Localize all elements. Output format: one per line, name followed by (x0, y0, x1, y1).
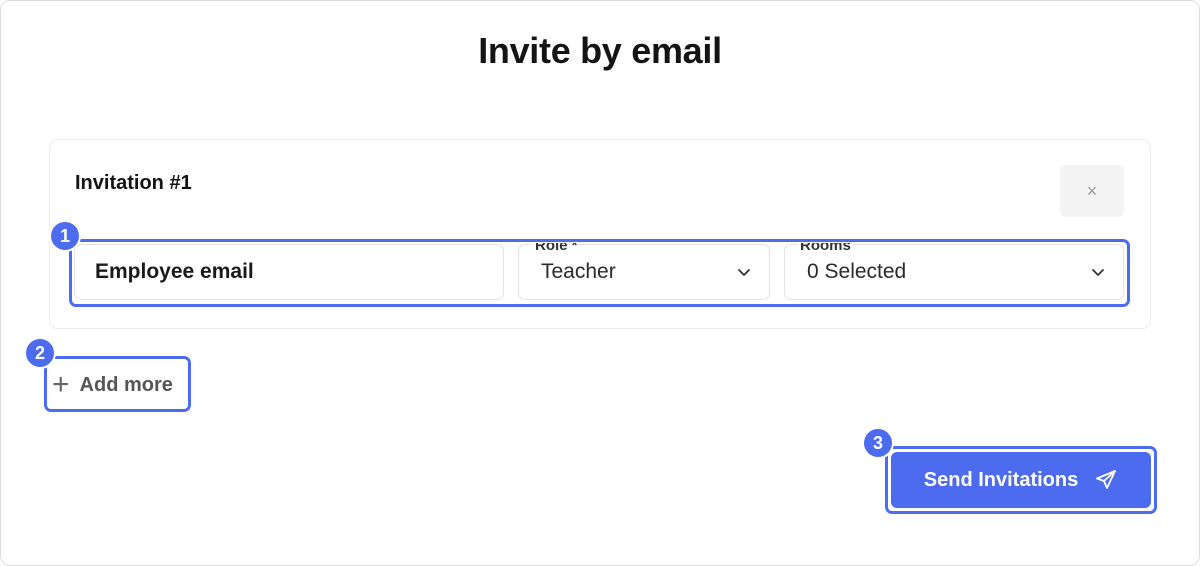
highlight-add-more (44, 356, 191, 412)
annotation-badge-1: 1 (49, 220, 81, 252)
annotation-badge-3: 3 (862, 427, 894, 459)
remove-invitation-button[interactable]: × (1060, 165, 1124, 217)
highlight-send (885, 446, 1157, 514)
highlight-fields (69, 239, 1130, 307)
invitation-title: Invitation #1 (75, 172, 192, 194)
close-icon: × (1086, 180, 1098, 201)
modal-title: Invite by email (478, 30, 722, 71)
annotation-badge-2: 2 (24, 337, 56, 369)
